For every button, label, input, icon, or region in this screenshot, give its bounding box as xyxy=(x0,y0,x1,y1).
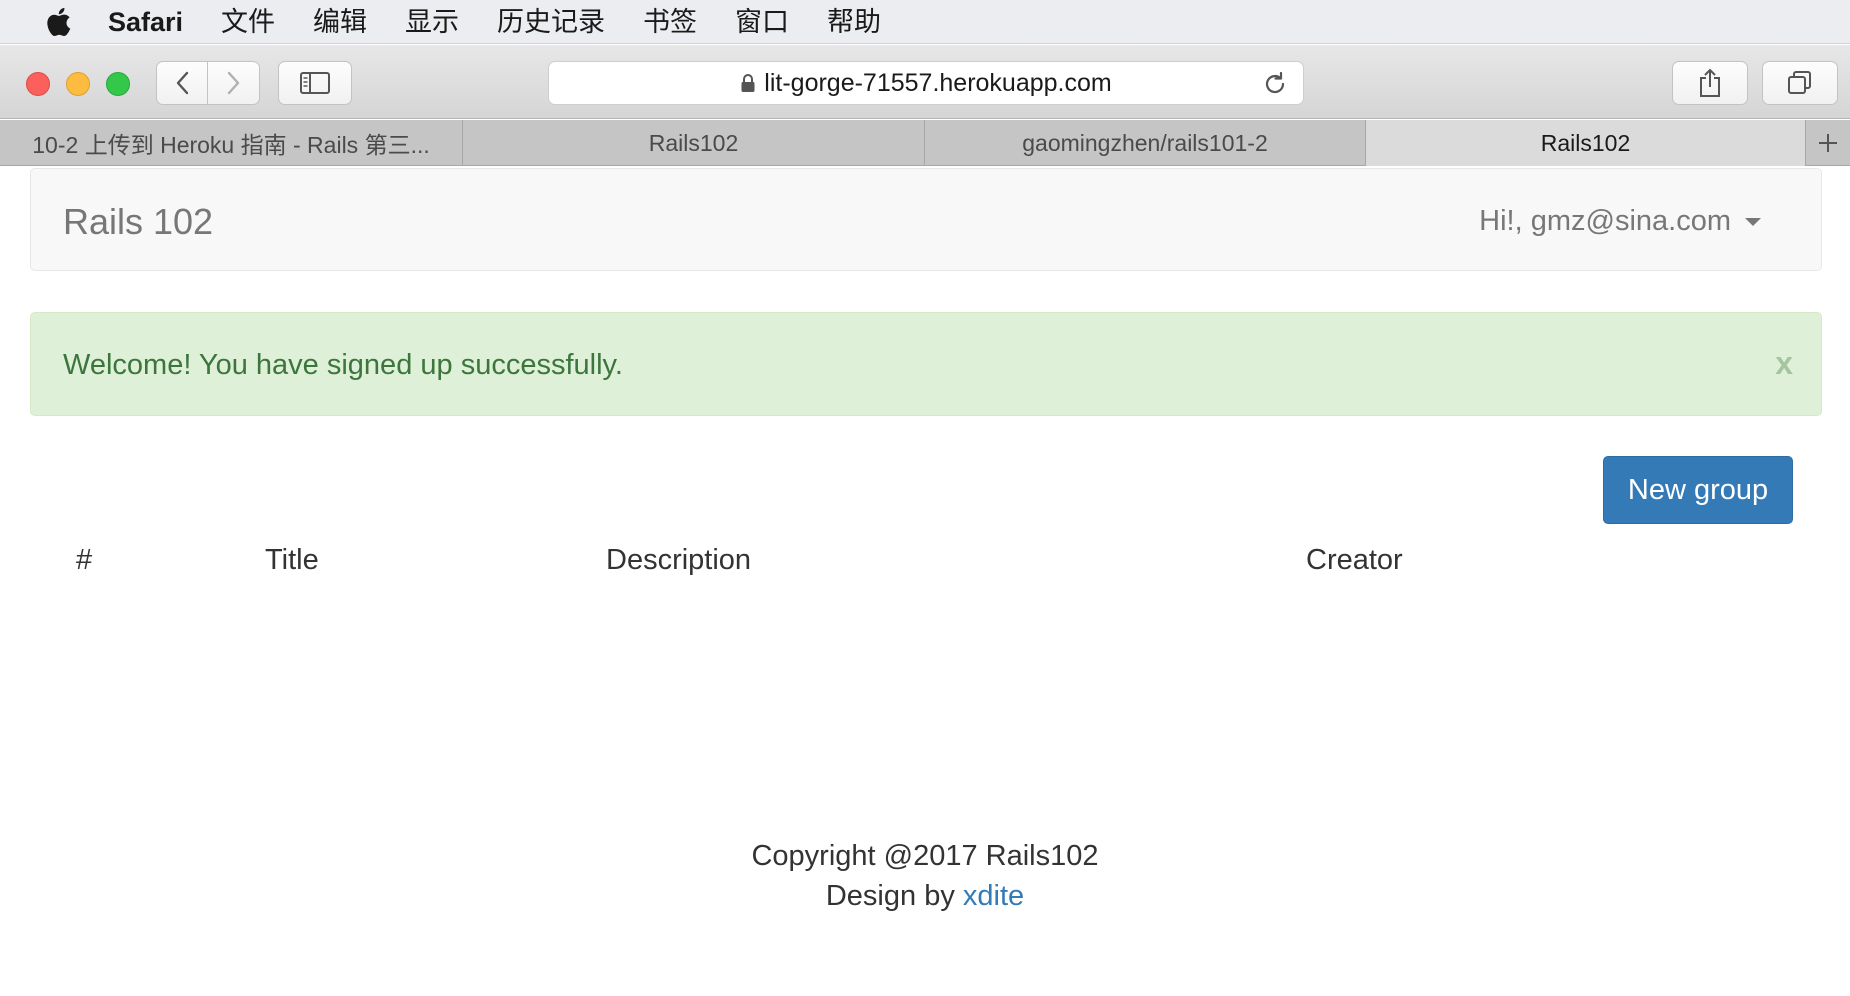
menu-bookmarks[interactable]: 书签 xyxy=(643,0,697,44)
design-credit-prefix: Design by xyxy=(825,880,963,912)
alert-message: Welcome! You have signed up successfully… xyxy=(63,349,623,381)
show-all-tabs-button[interactable] xyxy=(1762,61,1838,105)
browser-tab[interactable]: 10-2 上传到 Heroku 指南 - Rails 第三... xyxy=(0,120,463,166)
column-header-creator: Creator xyxy=(1306,544,1403,576)
chevron-right-icon xyxy=(227,71,239,95)
column-header-description: Description xyxy=(606,544,752,576)
sidebar-toggle-button[interactable] xyxy=(278,61,352,105)
menu-bar: Safari 文件 编辑 显示 历史记录 书签 窗口 帮助 xyxy=(0,0,1850,44)
menu-history[interactable]: 历史记录 xyxy=(497,0,605,44)
zoom-window-button[interactable] xyxy=(106,72,130,96)
design-credit: Design by xdite xyxy=(0,876,1850,916)
forward-button[interactable] xyxy=(208,61,260,105)
alert-close-button[interactable]: x xyxy=(1775,345,1793,382)
new-group-button[interactable]: New group xyxy=(1603,456,1793,524)
caret-down-icon xyxy=(1745,217,1761,226)
success-alert: Welcome! You have signed up successfully… xyxy=(30,312,1822,416)
groups-table-header: # Title Description Creator xyxy=(0,540,1850,582)
site-navbar: Rails 102 Hi!, gmz@sina.com xyxy=(30,168,1822,271)
browser-tab[interactable]: gaomingzhen/rails101-2 xyxy=(925,120,1366,166)
address-bar[interactable]: lit-gorge-71557.herokuapp.com xyxy=(548,61,1304,105)
lock-icon xyxy=(741,74,755,92)
sidebar-icon xyxy=(300,72,330,94)
tab-strip: 10-2 上传到 Heroku 指南 - Rails 第三... Rails10… xyxy=(0,120,1850,166)
menu-app-name[interactable]: Safari xyxy=(108,0,183,44)
designer-link[interactable]: xdite xyxy=(963,880,1024,912)
reload-icon[interactable] xyxy=(1261,70,1289,98)
user-dropdown[interactable]: Hi!, gmz@sina.com xyxy=(1479,205,1761,238)
user-greeting[interactable]: Hi!, gmz@sina.com xyxy=(1479,205,1731,238)
column-header-number: # xyxy=(76,544,93,576)
browser-toolbar: lit-gorge-71557.herokuapp.com xyxy=(0,45,1850,119)
copyright-text: Copyright @2017 Rails102 xyxy=(751,840,1099,872)
apple-logo-icon[interactable] xyxy=(38,0,78,44)
column-header-title: Title xyxy=(265,544,319,576)
site-brand[interactable]: Rails 102 xyxy=(63,201,213,243)
tabs-overview-icon xyxy=(1788,71,1811,94)
menu-help[interactable]: 帮助 xyxy=(827,0,881,44)
back-button[interactable] xyxy=(156,61,208,105)
menu-edit[interactable]: 编辑 xyxy=(313,0,367,44)
menu-window[interactable]: 窗口 xyxy=(735,0,789,44)
chevron-left-icon xyxy=(176,71,189,95)
plus-icon xyxy=(1819,134,1837,152)
close-window-button[interactable] xyxy=(26,72,50,96)
browser-tab-active[interactable]: Rails102 xyxy=(1366,120,1806,166)
share-button[interactable] xyxy=(1672,61,1748,105)
share-icon xyxy=(1700,68,1720,97)
browser-tab[interactable]: Rails102 xyxy=(463,120,925,166)
site-footer: Copyright @2017 Rails102 Design by xdite xyxy=(0,836,1850,916)
new-tab-button[interactable] xyxy=(1806,120,1850,166)
minimize-window-button[interactable] xyxy=(66,72,90,96)
url-text[interactable]: lit-gorge-71557.herokuapp.com xyxy=(764,69,1111,98)
menu-view[interactable]: 显示 xyxy=(405,0,459,44)
menu-file[interactable]: 文件 xyxy=(221,0,275,44)
